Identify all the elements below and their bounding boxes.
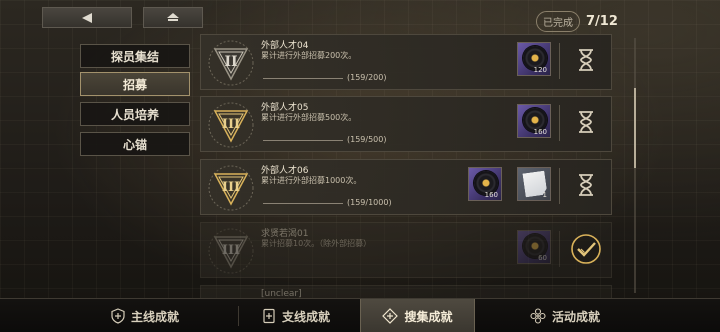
rank-badge-icon: II [208, 40, 254, 86]
divider [559, 43, 560, 79]
completed-check-icon [570, 233, 602, 265]
home-button[interactable] [143, 7, 203, 28]
progress-line [263, 78, 343, 79]
bottom-tab-bar: 主线成就 支线成就 搜集成就 活动成就 [0, 298, 720, 332]
task-description: 累计进行外部招募500次。 [261, 113, 357, 122]
divider [559, 105, 560, 141]
reward-item[interactable]: 60 [517, 230, 551, 264]
tab-collection-achievements[interactable]: 搜集成就 [360, 299, 475, 332]
progress-text: (159/500) [347, 135, 387, 144]
reward-item[interactable]: 160 [517, 104, 551, 138]
tab-label: 活动成就 [551, 309, 600, 324]
rank-badge-icon: III [208, 228, 254, 274]
rank-text: III [222, 117, 240, 132]
reward-item[interactable]: 120 [517, 42, 551, 76]
completion-label: 已完成 [536, 10, 580, 32]
progress-line [263, 203, 343, 204]
reward-qty: 1 [542, 191, 547, 199]
category-personnel-training[interactable]: 人员培养 [80, 102, 190, 126]
progress-text: (159/1000) [347, 198, 392, 207]
back-arrow-icon [82, 12, 92, 23]
hourglass-icon [575, 109, 597, 135]
divider [559, 168, 560, 204]
rank-text: II [224, 54, 237, 70]
hourglass-icon [575, 172, 597, 198]
rank-text: III [222, 180, 240, 195]
tab-main-achievements[interactable]: 主线成就 [80, 299, 210, 332]
reward-qty: 120 [533, 66, 547, 74]
home-eject-icon [167, 13, 179, 22]
card-plus-icon [263, 308, 275, 324]
hourglass-icon [575, 47, 597, 73]
diamond-plus-icon [382, 308, 399, 324]
task-description: 累计进行外部招募1000次。 [261, 176, 362, 185]
task-row[interactable]: III 外部人才05 累计进行外部招募500次。 (159/500) 160 [200, 96, 612, 152]
task-row-completed[interactable]: III 求贤若渴01 累计招募10次。（除外部招募） 60 [200, 222, 612, 278]
task-row[interactable]: III 外部人才06 累计进行外部招募1000次。 (159/1000) 160… [200, 159, 612, 215]
reward-qty: 60 [538, 254, 547, 262]
completion-value: 7/12 [586, 13, 618, 29]
category-heart-anchor[interactable]: 心锚 [80, 132, 190, 156]
tab-event-achievements[interactable]: 活动成就 [500, 299, 630, 332]
flower-plus-icon [530, 308, 546, 324]
category-agent-assembly[interactable]: 探员集结 [80, 44, 190, 68]
task-description: 累计招募10次。（除外部招募） [261, 239, 372, 248]
back-button[interactable] [42, 7, 132, 28]
completion-counter: 已完成 7/12 [536, 10, 618, 32]
reward-item[interactable]: 1 [517, 167, 551, 201]
progress-line [263, 140, 343, 141]
task-description: 累计进行外部招募200次。 [261, 51, 357, 60]
shield-plus-icon [111, 308, 125, 324]
task-row[interactable]: II 外部人才04 累计进行外部招募200次。 (159/200) 120 [200, 34, 612, 90]
tab-label: 搜集成就 [404, 309, 453, 324]
reward-qty: 160 [484, 191, 498, 199]
progress-text: (159/200) [347, 73, 387, 82]
rank-text: III [222, 243, 240, 258]
reward-qty: 160 [533, 128, 547, 136]
category-recruit[interactable]: 招募 [80, 72, 190, 96]
divider [559, 231, 560, 267]
tab-side-achievements[interactable]: 支线成就 [236, 299, 356, 332]
rank-badge-icon: III [208, 102, 254, 148]
rank-badge-icon: III [208, 165, 254, 211]
reward-item[interactable]: 160 [468, 167, 502, 201]
scrollbar-thumb[interactable] [634, 88, 636, 168]
tab-label: 主线成就 [130, 309, 179, 324]
tab-label: 支线成就 [281, 309, 330, 324]
